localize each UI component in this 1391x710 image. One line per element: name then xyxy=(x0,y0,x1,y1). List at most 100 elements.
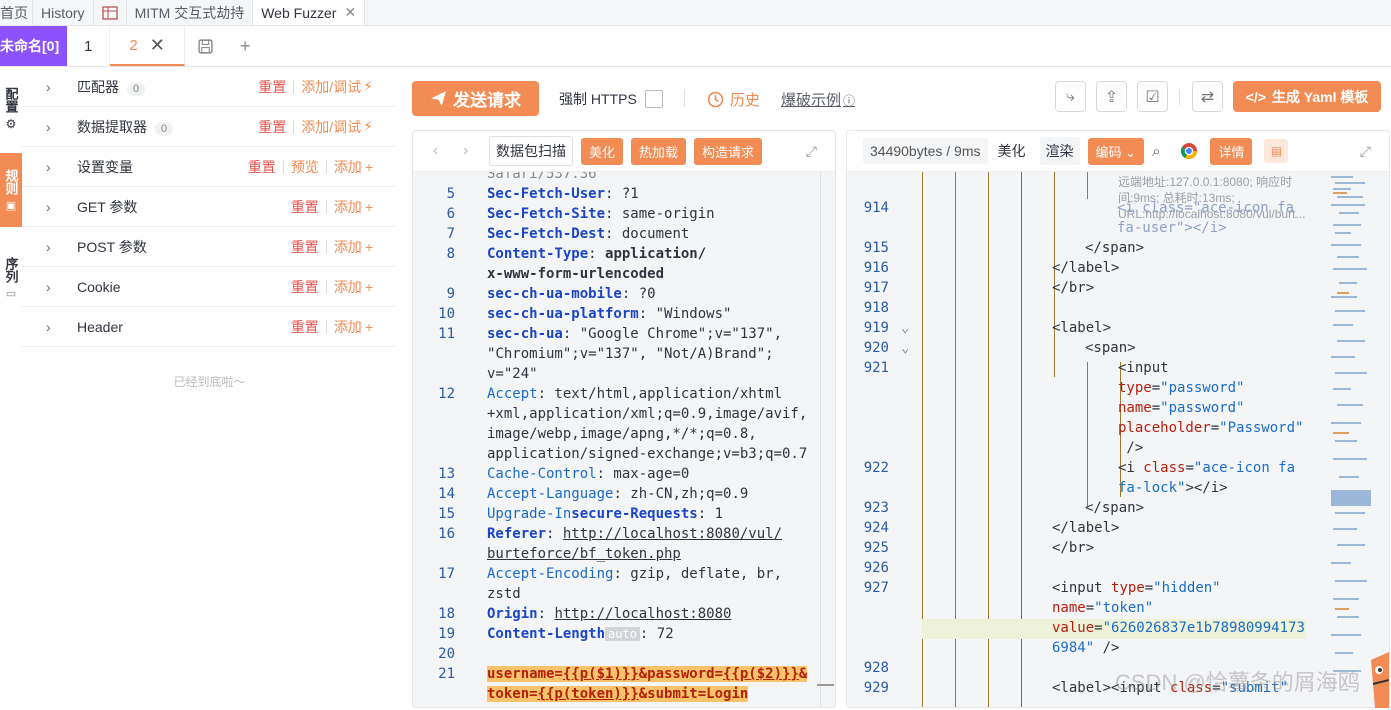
plus-icon: + xyxy=(364,278,373,295)
share-button[interactable]: ⤷ xyxy=(1055,81,1086,112)
import-button[interactable]: ☑ xyxy=(1137,81,1168,112)
chevron-left-icon[interactable]: ‹ xyxy=(433,142,438,160)
tab-history-label: History xyxy=(41,4,85,21)
chevron-right-icon[interactable]: › xyxy=(46,239,51,255)
add-debug-button[interactable]: 添加/调试 xyxy=(301,117,361,137)
scrollbar-indicator[interactable] xyxy=(817,684,834,686)
chevron-right-icon[interactable]: › xyxy=(46,199,51,215)
example-label: 爆破示例 xyxy=(781,92,842,109)
tab-history[interactable]: History xyxy=(33,0,94,25)
list-item-matcher[interactable]: › 匹配器 0 重置 添加/调试 ⚡ xyxy=(22,67,397,107)
chrome-icon[interactable] xyxy=(1180,142,1198,160)
request-editor: ‹ › 数据包扫描 美化 热加载 构造请求 ⤢ Safari/537.36 5S… xyxy=(412,130,836,708)
render-button[interactable]: 渲染 xyxy=(1039,137,1080,165)
preview-button[interactable]: 预览 xyxy=(291,157,319,177)
fullscreen-icon[interactable]: ⤢ xyxy=(806,143,817,160)
search-icon[interactable]: ⌕ xyxy=(1152,143,1160,160)
code-icon: </> xyxy=(1245,88,1266,105)
response-editor-toolbar: 34490bytes / 9ms 美化 渲染 编码 ⌄ ⌕ 详情 ▤ ⤢ xyxy=(847,131,1389,172)
add-tab-icon[interactable]: + xyxy=(225,26,265,66)
add-button[interactable]: 添加 xyxy=(334,277,362,297)
row-label: Cookie xyxy=(77,278,121,295)
reset-button[interactable]: 重置 xyxy=(291,237,319,257)
list-item-variables[interactable]: › 设置变量 重置 预览 添加 + xyxy=(22,147,397,187)
row-label: Header xyxy=(77,318,123,335)
beautify-button[interactable]: 美化 xyxy=(581,137,624,165)
reset-button[interactable]: 重置 xyxy=(291,317,319,337)
code-minimap[interactable] xyxy=(1329,172,1377,707)
fuzzer-tab-1[interactable]: 1 xyxy=(67,26,111,66)
tab-table-icon[interactable] xyxy=(94,0,127,25)
add-debug-button[interactable]: 添加/调试 xyxy=(301,77,361,97)
tab-home-label: 首页 xyxy=(0,4,28,21)
detail-button[interactable]: 详情 xyxy=(1210,137,1253,165)
list-item-extractor[interactable]: › 数据提取器 0 重置 添加/调试 ⚡ xyxy=(22,107,397,147)
chevron-right-icon[interactable]: › xyxy=(46,79,51,95)
chevron-right-icon[interactable]: › xyxy=(46,159,51,175)
plus-icon: + xyxy=(364,318,373,335)
hot-load-button[interactable]: 热加载 xyxy=(631,137,687,165)
tab-web-fuzzer-label: Web Fuzzer xyxy=(261,4,337,21)
force-https-label: 强制 HTTPS xyxy=(559,91,637,107)
fuzzer-tab-2[interactable]: 2 ✕ xyxy=(110,26,186,66)
force-https-checkbox[interactable] xyxy=(644,90,663,108)
list-item-get-params[interactable]: › GET 参数 重置 添加 + xyxy=(22,187,397,227)
packet-scan-button[interactable]: 数据包扫描 xyxy=(489,136,573,166)
reset-button[interactable]: 重置 xyxy=(258,77,286,97)
close-icon[interactable]: ✕ xyxy=(150,35,165,56)
save-icon[interactable] xyxy=(185,26,225,66)
side-tab-rules[interactable]: 规则 ▣ xyxy=(0,153,22,227)
export-button[interactable]: ⇪ xyxy=(1096,81,1127,112)
fullscreen-icon[interactable]: ⤢ xyxy=(1360,143,1371,160)
plus-icon: + xyxy=(364,198,373,215)
chevron-right-icon[interactable]: › xyxy=(46,319,51,335)
fold-icon[interactable]: ⌄ xyxy=(901,340,909,356)
encode-dropdown[interactable]: 编码 ⌄ xyxy=(1087,137,1145,165)
fuzzer-main: 发送请求 强制 HTTPS 历史 爆破示例 ⓘ ⤷ ⇪ ☑ ⇄ </> 生成 Yam… xyxy=(397,67,1391,710)
generate-yaml-button[interactable]: </> 生成 Yaml 模板 xyxy=(1233,81,1381,112)
edit-box-icon: ☑ xyxy=(1145,88,1160,106)
tab-group-unnamed[interactable]: 未命名[0] xyxy=(0,26,68,66)
mascot-icon xyxy=(1371,652,1389,708)
force-https-toggle[interactable]: 强制 HTTPS xyxy=(559,89,663,109)
stack-icon: ▭ xyxy=(5,287,17,300)
send-request-button[interactable]: 发送请求 xyxy=(412,81,539,116)
config-panel: › 匹配器 0 重置 添加/调试 ⚡ › 数据提取器 0 重置 添加/调试 ⚡ › 设置变量… xyxy=(22,67,397,710)
list-item-header[interactable]: › Header 重置 添加 + xyxy=(22,307,397,347)
response-code[interactable]: 远端地址:127.0.0.1:8080; 响应时间:9ms; 总耗时:13ms;… xyxy=(847,172,1389,707)
add-button[interactable]: 添加 xyxy=(334,317,362,337)
reset-button[interactable]: 重置 xyxy=(248,157,276,177)
add-button[interactable]: 添加 xyxy=(334,157,362,177)
history-button[interactable]: 历史 xyxy=(707,89,760,110)
reset-button[interactable]: 重置 xyxy=(291,197,319,217)
tab-mitm[interactable]: MITM 交互式劫持 xyxy=(127,0,254,25)
tab-web-fuzzer[interactable]: Web Fuzzer ✕ xyxy=(253,0,366,25)
row-label: POST 参数 xyxy=(77,238,147,255)
request-code[interactable]: Safari/537.36 5 Sec-Fetch-User: ?1 6 Sec-F… xyxy=(413,172,835,707)
reset-button[interactable]: 重置 xyxy=(258,117,286,137)
brute-force-example-link[interactable]: 爆破示例 ⓘ xyxy=(781,89,855,110)
side-tab-sequence[interactable]: 序列 ▭ xyxy=(0,243,22,313)
chevron-right-icon[interactable]: › xyxy=(46,119,51,135)
fold-icon[interactable]: ⌄ xyxy=(901,320,909,336)
plus-icon: + xyxy=(364,238,373,255)
swap-icon: ⇄ xyxy=(1200,88,1215,106)
share-icon: ⤷ xyxy=(1066,87,1075,105)
add-button[interactable]: 添加 xyxy=(334,237,362,257)
add-button[interactable]: 添加 xyxy=(334,197,362,217)
beautify-button[interactable]: 美化 xyxy=(991,137,1032,165)
comment-icon[interactable]: ▤ xyxy=(1264,139,1289,163)
chevron-right-icon[interactable]: › xyxy=(46,279,51,295)
swap-button[interactable]: ⇄ xyxy=(1192,81,1223,112)
list-item-cookie[interactable]: › Cookie 重置 添加 + xyxy=(22,267,397,307)
tab-home[interactable]: 首页 xyxy=(0,0,33,25)
list-item-post-params[interactable]: › POST 参数 重置 添加 + xyxy=(22,227,397,267)
close-icon[interactable]: ✕ xyxy=(344,4,356,21)
side-tab-config[interactable]: 配置 ⚙ xyxy=(0,67,22,151)
watermark-text: CSDN @恰薯条的屑海鸥 xyxy=(1115,670,1360,695)
chevron-right-icon[interactable]: › xyxy=(463,142,468,160)
response-editor: 34490bytes / 9ms 美化 渲染 编码 ⌄ ⌕ 详情 ▤ ⤢ 远端地… xyxy=(846,130,1390,708)
upload-icon: ⇪ xyxy=(1104,88,1119,106)
reset-button[interactable]: 重置 xyxy=(291,277,319,297)
build-request-button[interactable]: 构造请求 xyxy=(694,137,763,165)
